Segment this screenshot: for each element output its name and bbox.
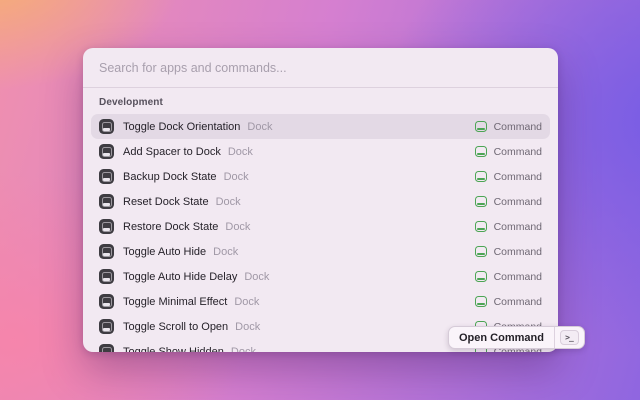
command-type-label: Command [494,121,542,133]
dock-app-icon [99,144,114,159]
dock-app-icon [99,344,114,352]
search-bar [83,48,558,88]
dock-bar-glyph [103,278,110,281]
hint-divider [554,327,555,348]
command-title: Toggle Dock Orientation [123,121,240,133]
command-subtitle: Dock [224,171,249,183]
command-title: Toggle Show Hidden [123,346,224,353]
dock-app-icon [99,219,114,234]
section-header-development: Development [91,88,550,114]
dock-app-icon [99,194,114,209]
dock-app-icon [99,169,114,184]
dock-app-icon [99,269,114,284]
list-item[interactable]: Backup Dock State Dock Command [91,164,550,189]
command-type-label: Command [494,221,542,233]
list-item[interactable]: Toggle Auto Hide Delay Dock Command [91,264,550,289]
command-subtitle: Dock [234,296,259,308]
dock-bar-glyph [103,253,110,256]
command-type-icon [475,271,487,282]
dock-app-icon [99,319,114,334]
dock-app-icon [99,244,114,259]
command-type-label: Command [494,296,542,308]
command-title: Toggle Scroll to Open [123,321,228,333]
list-item[interactable]: Toggle Dock Orientation Dock Command [91,114,550,139]
dock-bar-glyph [103,328,110,331]
command-type-icon [475,146,487,157]
list-item[interactable]: Toggle Auto Hide Dock Command [91,239,550,264]
list-item[interactable]: Add Spacer to Dock Dock Command [91,139,550,164]
dock-app-icon [99,294,114,309]
command-type-icon [475,196,487,207]
dock-bar-glyph [103,228,110,231]
command-title: Toggle Auto Hide Delay [123,271,237,283]
command-type-icon [475,121,487,132]
dock-bar-glyph [103,203,110,206]
open-command-label: Open Command [449,332,554,344]
command-subtitle: Dock [244,271,269,283]
command-subtitle: Dock [225,221,250,233]
launcher-window: Development Toggle Dock Orientation Dock… [83,48,558,352]
list-item[interactable]: Restore Dock State Dock Command [91,214,550,239]
terminal-prompt-icon: >_ [560,330,579,345]
command-type-label: Command [494,146,542,158]
command-subtitle: Dock [231,346,256,353]
rows-container: Toggle Dock Orientation Dock Command Add… [91,114,550,352]
command-subtitle: Dock [213,246,238,258]
command-subtitle: Dock [228,146,253,158]
command-type-icon [475,221,487,232]
command-subtitle: Dock [247,121,272,133]
open-command-hint[interactable]: Open Command >_ [448,326,585,349]
dock-bar-glyph [103,178,110,181]
command-type-label: Command [494,196,542,208]
dock-app-icon [99,119,114,134]
list-item[interactable]: Toggle Minimal Effect Dock Command [91,289,550,314]
command-type-icon [475,171,487,182]
command-title: Toggle Auto Hide [123,246,206,258]
search-input[interactable] [99,61,542,75]
command-type-label: Command [494,171,542,183]
command-type-label: Command [494,271,542,283]
dock-bar-glyph [103,303,110,306]
command-title: Reset Dock State [123,196,209,208]
list-item[interactable]: Reset Dock State Dock Command [91,189,550,214]
command-title: Restore Dock State [123,221,218,233]
command-type-icon [475,246,487,257]
command-subtitle: Dock [235,321,260,333]
dock-bar-glyph [103,128,110,131]
command-title: Backup Dock State [123,171,217,183]
command-subtitle: Dock [216,196,241,208]
command-title: Toggle Minimal Effect [123,296,227,308]
command-title: Add Spacer to Dock [123,146,221,158]
command-list: Development Toggle Dock Orientation Dock… [83,88,558,352]
dock-bar-glyph [103,153,110,156]
command-type-icon [475,296,487,307]
command-type-label: Command [494,246,542,258]
